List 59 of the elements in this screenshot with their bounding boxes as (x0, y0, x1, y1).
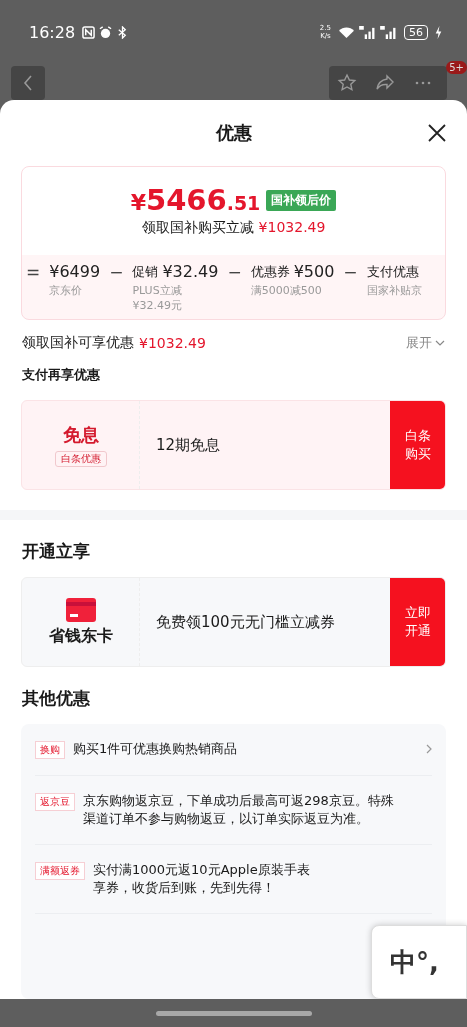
offer-tag: 返京豆 (35, 793, 75, 811)
subsidy-amount: ¥1032.49 (139, 335, 206, 351)
operator-sign: = (26, 261, 41, 284)
amount-label: 国家补贴京 (366, 283, 422, 298)
home-indicator[interactable] (155, 1010, 312, 1016)
chevron-down-icon (435, 340, 445, 346)
section-title: 其他优惠 (21, 687, 91, 710)
back-button[interactable] (11, 66, 45, 100)
discount-type: 支付优惠 (366, 263, 419, 281)
amount: ¥500 (293, 261, 335, 283)
offer-headline: 省钱东卡 (48, 625, 113, 647)
chevron-right-icon[interactable] (426, 744, 432, 754)
section-title: 开通立享 (21, 540, 91, 563)
operator-sign: − (109, 261, 124, 284)
offer-row[interactable]: 换购 购买1件可优惠换购热销商品 (35, 724, 432, 776)
notification-badge: 5+ (446, 61, 467, 74)
signal-icon (380, 25, 397, 39)
nfc-icon (82, 25, 96, 39)
sheet-title: 优惠 (215, 121, 252, 145)
section-title: 支付再享优惠 (21, 366, 101, 384)
discount-type: 优惠券 (250, 263, 290, 281)
price-tag: 国补领后价 (266, 189, 337, 211)
subsidy-label: 领取国补可享优惠 (22, 334, 134, 352)
input-method-panel[interactable]: 中°, (371, 925, 467, 999)
offer-tag: 满额返券 (35, 862, 85, 880)
amount-label: 京东价 (49, 283, 84, 298)
wifi-icon (338, 25, 355, 39)
offer-tag: 白条优惠 (54, 451, 107, 467)
amount-label: PLUS立减 (132, 283, 183, 298)
offer-description: 购买1件可优惠换购热销商品 (73, 740, 239, 758)
discount-caption: 领取国补购买立减 (141, 219, 254, 237)
close-icon[interactable] (427, 123, 447, 143)
expand-toggle[interactable]: 展开 (406, 334, 445, 352)
battery-level: 56 (404, 24, 428, 40)
offer-description: 京东购物返京豆，下单成功后最高可返298京豆。特殊渠道订单不参与购物返豆，以订单实际返豆为准。 (83, 792, 395, 828)
buy-button[interactable]: 白条购买 (390, 401, 445, 489)
offer-headline: 免息 (62, 423, 99, 447)
offer-row[interactable]: 满额返券 实付满1000元返10元Apple原装手表 享券，收货后到账，先到先得！ (35, 845, 432, 914)
discount-type: 促销 (132, 263, 159, 281)
star-icon[interactable] (337, 73, 357, 93)
signal-icon (359, 25, 376, 39)
offer-text: 免费领100元无门槛立减券 (155, 611, 336, 633)
amount: ¥32.49 (162, 261, 219, 283)
final-price: ¥5466.51 (130, 183, 261, 217)
card-icon (65, 597, 96, 622)
amount-note: ¥32.49元 (132, 298, 183, 313)
chevron-left-icon (22, 74, 34, 92)
operator-sign: − (343, 261, 358, 284)
operator-sign: − (227, 261, 242, 284)
offer-description: 实付满1000元返10元Apple原装手表 享券，收货后到账，先到先得！ (93, 861, 311, 897)
clock-time: 16:28 (29, 22, 76, 42)
alarm-icon (99, 25, 113, 39)
offer-text: 12期免息 (155, 434, 222, 456)
activate-button[interactable]: 立即开通 (390, 578, 445, 666)
discount-amount: ¥1032.49 (258, 219, 326, 237)
offer-tag: 换购 (35, 741, 65, 759)
offer-row[interactable]: 返京豆 京东购物返京豆，下单成功后最高可返298京豆。特殊渠道订单不参与购物返豆，以订单实际返豆为准。 (35, 776, 432, 845)
amount: ¥6499 (49, 261, 101, 283)
amount-label: 满5000减500 (250, 283, 323, 298)
